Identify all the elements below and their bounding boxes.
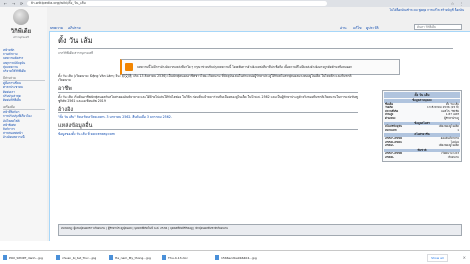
page-title: ตั้ง วัน เส้ม xyxy=(58,35,453,49)
article-body: ตั้ง วัน เส้ม (เวียดนาม: Đặng Văn Lâm; จ… xyxy=(58,74,358,138)
site-subtitle: จากวิกิพีเดีย สารานุกรมเสรี xyxy=(58,51,94,55)
browser-toolbar: ← → ⟳ th.wikipedia.org/wiki/ตั้ง_วัน_เส้… xyxy=(0,0,470,7)
download-item[interactable]: Ha_nam_My_thong...jpg xyxy=(109,253,159,262)
infobox-value[interactable]: ผู้รักษาประตู xyxy=(444,116,459,121)
star-icon[interactable]: ☆ xyxy=(450,1,455,6)
logo-subtitle: สารานุกรมเสรี xyxy=(13,36,29,39)
reference-item[interactable]: "ตั้ง วัน เส้ม" FourFourTwo.com. 3 มกราค… xyxy=(58,115,358,119)
download-item[interactable]: 1566ec2be9b6404...jpg xyxy=(215,253,265,262)
download-filename: Thu-4-13.doc xyxy=(168,255,188,260)
download-filename: chuan_bi_tet_Truc...jpg xyxy=(62,255,97,260)
download-item[interactable]: POX_SPORT_danh...jpg xyxy=(3,253,53,262)
infobox-key: 2560– xyxy=(385,154,395,159)
infobox-key: ตำแหน่ง xyxy=(385,115,396,120)
heading-external-links: แหล่งข้อมูลอื่น xyxy=(58,123,358,130)
menu-icon[interactable]: ⋮ xyxy=(459,1,464,6)
globe-icon xyxy=(13,9,29,25)
download-filename: 1566ec2be9b6404...jpg xyxy=(221,255,257,260)
page-tabs: บทความ อภิปราย อ่าน แก้ไข ดูประวัติ ค้นห… xyxy=(48,22,470,31)
close-icon[interactable]: × xyxy=(463,255,466,260)
warning-icon xyxy=(125,63,133,71)
download-item[interactable]: chuan_bi_tet_Truc...jpg xyxy=(56,253,106,262)
forward-icon[interactable]: → xyxy=(11,1,16,6)
unreferenced-notice: บทความนี้ไม่มีการอ้างอิงจากแหล่งที่มาใด … xyxy=(120,59,400,75)
infobox-key: หมายเลข xyxy=(385,127,397,132)
sidebar-item-donate[interactable]: บริจาคให้วิกิพีเดีย xyxy=(3,69,45,73)
career-paragraph: ตั้ง วัน เส้ม เริ่มต้นอาชีพนักฟุตบอลกับส… xyxy=(58,94,358,104)
download-filename: POX_SPORT_danh...jpg xyxy=(9,255,43,260)
external-link[interactable]: ข้อมูลของตั้ง วัน เส้ม ที่ soccerway.com xyxy=(58,132,358,136)
infobox: ตั้ง วัน เส้ม ข้อมูลส่วนบุคคล ชื่อเต็ม ตั… xyxy=(382,90,462,162)
wikipedia-logo[interactable]: วิกิพีเดีย สารานุกรมเสรี xyxy=(6,9,36,39)
reload-icon[interactable]: ⟳ xyxy=(19,1,24,6)
back-icon[interactable]: ← xyxy=(3,1,8,6)
file-icon xyxy=(215,255,219,260)
address-bar[interactable]: th.wikipedia.org/wiki/ตั้ง_วัน_เส้ม xyxy=(27,1,327,6)
infobox-value: 1 xyxy=(457,127,459,132)
heading-career: อาชีพ xyxy=(58,86,358,93)
infobox-value[interactable]: เวียดนาม xyxy=(448,155,459,160)
heading-references: อ้างอิง xyxy=(58,107,358,114)
sidebar-links: หน้าหลัก ถามคำถาม บทความคัดสรร เหตุการณ์… xyxy=(3,48,45,140)
logo-title: วิกิพีเดีย xyxy=(10,28,32,35)
infobox-value[interactable]: เมืองทองยูไนเต็ด xyxy=(439,144,459,148)
article-content: ตั้ง วัน เส้ม จากวิกิพีเดีย สารานุกรมเสร… xyxy=(49,31,470,241)
infobox-value[interactable]: เมืองทองยูไนเต็ด xyxy=(439,125,459,129)
file-icon xyxy=(162,255,166,260)
file-icon xyxy=(3,255,7,260)
personal-tools[interactable]: ไม่ได้ล็อกอินเข้าระบบ พูดคุย การแก้ไข สร… xyxy=(390,8,464,13)
page-bottom xyxy=(0,241,470,250)
download-filename: Ha_nam_My_thong...jpg xyxy=(115,255,151,260)
infobox-row: 2560– เวียดนาม xyxy=(384,154,460,160)
downloads-bar: POX_SPORT_danh...jpg chuan_bi_tet_Truc..… xyxy=(0,250,470,264)
sidebar-item-contact-wiki[interactable]: ติดต่อวิกิพีเดีย xyxy=(3,98,45,102)
file-icon xyxy=(56,255,60,260)
wiki-sidebar: วิกิพีเดีย สารานุกรมเสรี หน้าหลัก ถามคำถ… xyxy=(0,7,47,241)
sidebar-item-cite[interactable]: อ้างอิงบทความนี้ xyxy=(3,135,45,139)
infobox-key: 2562– xyxy=(385,143,395,148)
search-input[interactable]: ค้นหา วิกิพีเดีย xyxy=(414,24,462,30)
file-icon xyxy=(109,255,113,260)
intro-paragraph: ตั้ง วัน เส้ม (เวียดนาม: Đặng Văn Lâm; จ… xyxy=(58,74,352,83)
category-navbox[interactable]: หมวดหมู่: ผู้เล่นฟุตบอลชาวเวียดนาม | ผู้… xyxy=(58,224,462,236)
notice-text: บทความนี้ไม่มีการอ้างอิงจากแหล่งที่มาใด … xyxy=(137,65,353,69)
download-item[interactable]: Thu-4-13.doc xyxy=(162,253,212,262)
show-all-button[interactable]: Show all xyxy=(427,253,448,262)
